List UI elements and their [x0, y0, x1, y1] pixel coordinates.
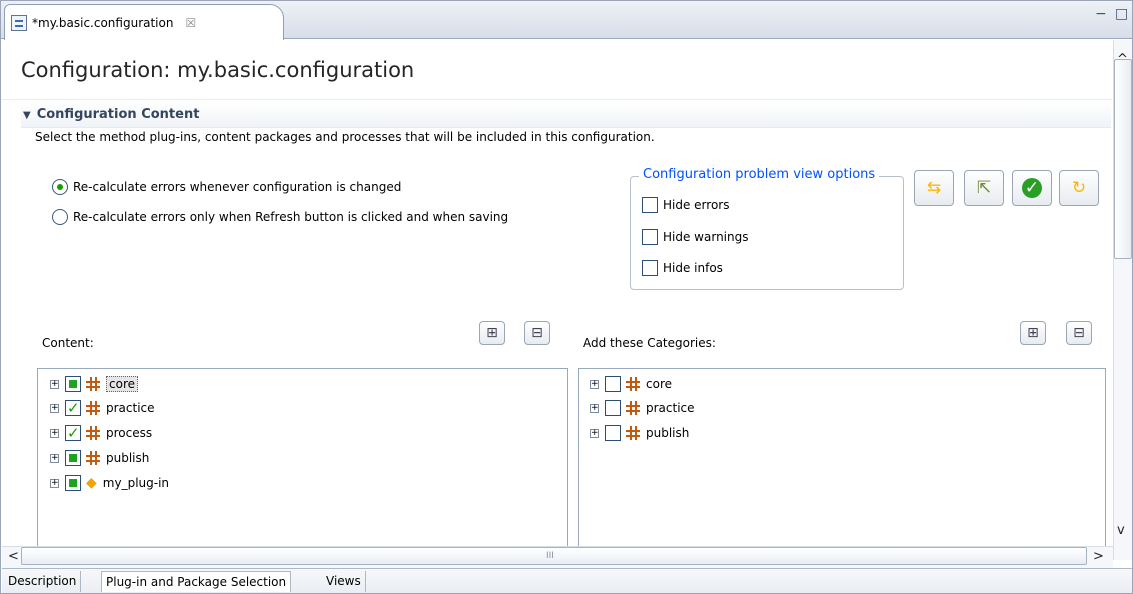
swap-icon: ⇆ — [926, 178, 942, 198]
maximize-icon[interactable]: □ — [1115, 6, 1128, 22]
scroll-right-icon[interactable]: > — [1093, 549, 1104, 564]
check-icon: ✓ — [1022, 178, 1042, 198]
package-icon — [626, 401, 640, 415]
package-icon — [86, 426, 100, 440]
export-button[interactable]: ⇱ — [964, 170, 1004, 206]
package-icon — [626, 377, 640, 391]
horizontal-scroll-thumb[interactable] — [21, 547, 1087, 565]
content-label: Content: — [42, 336, 94, 350]
section-description: Select the method plug-ins, content pack… — [35, 130, 655, 144]
configuration-icon — [11, 14, 27, 31]
tree-item-core[interactable]: + core — [50, 374, 138, 394]
expand-categories-button[interactable]: ⊞ — [1020, 321, 1046, 345]
categories-label: Add these Categories: — [583, 336, 716, 350]
scroll-down-icon[interactable]: v — [1117, 523, 1125, 538]
radio-selected-icon — [52, 179, 68, 195]
minimize-icon[interactable]: − — [1095, 6, 1107, 22]
problem-view-options-title: Configuration problem view options — [639, 167, 880, 182]
package-icon — [86, 451, 100, 465]
close-icon[interactable]: ☒ — [185, 16, 196, 30]
scroll-left-icon[interactable]: < — [8, 549, 19, 564]
radio-icon — [52, 209, 68, 225]
expand-all-button[interactable]: ⊞ — [479, 321, 505, 345]
export-icon: ⇱ — [976, 178, 992, 198]
tree-item-practice[interactable]: +practice — [50, 398, 155, 418]
categories-tree[interactable] — [578, 368, 1106, 553]
page-title: Configuration: my.basic.configuration — [21, 58, 415, 82]
editor-tab[interactable]: *my.basic.configuration ☒ — [4, 4, 284, 40]
recalculate-on-refresh-radio[interactable]: Re-calculate errors only when Refresh bu… — [52, 209, 508, 225]
recalculate-on-change-radio[interactable]: Re-calculate errors whenever configurati… — [52, 179, 401, 195]
scroll-up-icon[interactable]: ^ — [1117, 52, 1128, 67]
tree-item-publish[interactable]: + publish — [50, 448, 149, 468]
hide-infos-checkbox[interactable]: Hide infos — [642, 260, 723, 276]
configuration-editor: *my.basic.configuration ☒ − □ Configurat… — [0, 0, 1133, 594]
editor-tab-label: *my.basic.configuration — [32, 15, 174, 30]
hide-warnings-checkbox[interactable]: Hide warnings — [642, 229, 748, 245]
scroll-grip-icon: III — [546, 551, 554, 561]
swap-button[interactable]: ⇆ — [914, 170, 954, 206]
vertical-scroll-thumb[interactable] — [1114, 59, 1132, 259]
validate-button[interactable]: ✓ — [1012, 170, 1052, 206]
tab-plug-in-package-selection[interactable]: Plug-in and Package Selection — [101, 571, 292, 592]
tree-item-process[interactable]: +process — [50, 423, 152, 443]
package-icon — [626, 426, 640, 440]
collapse-categories-button[interactable]: ⊟ — [1066, 321, 1092, 345]
package-icon — [86, 401, 100, 415]
hide-errors-checkbox[interactable]: Hide errors — [642, 197, 729, 213]
tree-item-my-plug-in[interactable]: + ◆ my_plug-in — [50, 473, 169, 493]
package-icon — [86, 377, 100, 391]
tab-views[interactable]: Views — [322, 571, 366, 592]
refresh-button[interactable]: ↻ — [1059, 170, 1099, 206]
collapse-all-button[interactable]: ⊟ — [524, 321, 550, 345]
section-collapse-icon[interactable]: ▼ — [23, 110, 31, 121]
category-item-core[interactable]: + core — [590, 374, 672, 394]
tab-description[interactable]: Description — [4, 571, 82, 592]
category-item-publish[interactable]: + publish — [590, 423, 689, 443]
refresh-icon: ↻ — [1071, 178, 1087, 198]
section-title[interactable]: ▼ Configuration Content — [23, 107, 199, 122]
category-item-practice[interactable]: + practice — [590, 398, 695, 418]
plugin-icon: ◆ — [86, 475, 97, 491]
